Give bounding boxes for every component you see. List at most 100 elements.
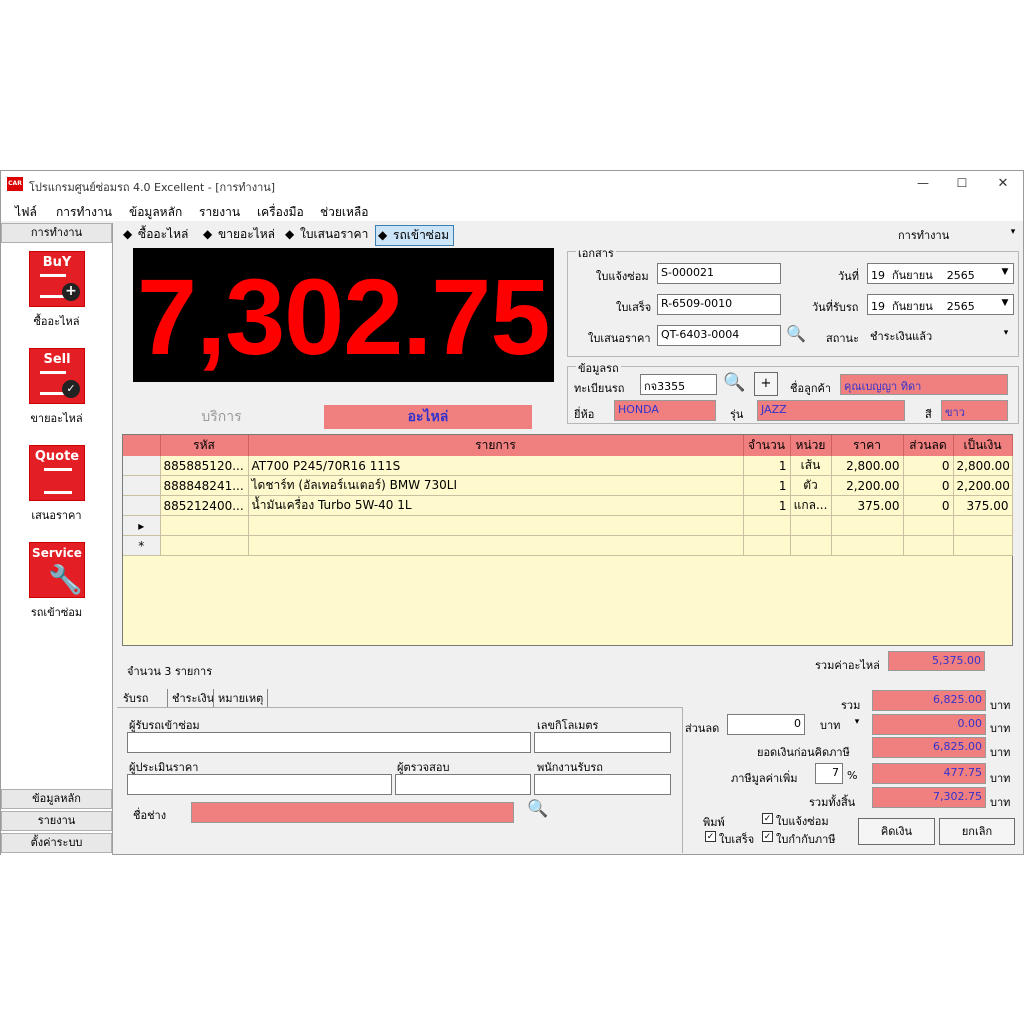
cell-qty[interactable]: 1 <box>743 475 791 496</box>
cell-discount[interactable]: 0 <box>903 456 954 476</box>
tab-quotation[interactable]: ◆ ใบเสนอราคา <box>283 225 372 244</box>
tab-receive-car[interactable]: รับรถ <box>123 689 148 707</box>
calculate-button[interactable]: คิดเงิน <box>858 818 935 845</box>
receipt-field[interactable]: R-6509-0010 <box>657 294 781 315</box>
quote-icon[interactable]: Quote <box>29 445 85 501</box>
discount-unit-select[interactable]: บาท ▾ <box>817 714 865 735</box>
cell-empty[interactable] <box>903 535 954 556</box>
quotation-search-icon[interactable]: 🔍 <box>786 324 806 343</box>
cell-empty[interactable] <box>953 515 1013 536</box>
column-header-price[interactable]: ราคา <box>831 435 904 456</box>
cell-discount[interactable]: 0 <box>903 495 954 516</box>
sidebar-item-buy-label[interactable]: ซื้ออะไหล่ <box>1 312 112 330</box>
column-header-unit[interactable]: หน่วย <box>790 435 832 456</box>
wrench-icon[interactable]: Service 🔧 <box>29 542 85 598</box>
column-header-qty[interactable]: จำนวน <box>743 435 791 456</box>
cell-amount[interactable]: 2,200.00 <box>953 475 1013 496</box>
cell-price[interactable]: 375.00 <box>831 495 904 516</box>
sidebar-item-sell-label[interactable]: ขายอะไหล่ <box>1 409 112 427</box>
cell-empty[interactable] <box>743 515 791 536</box>
column-header-amount[interactable]: เป็นเงิน <box>953 435 1013 456</box>
cell-qty[interactable]: 1 <box>743 456 791 476</box>
print-repair-slip-checkbox[interactable]: ✓ <box>762 813 773 824</box>
cell-amount[interactable]: 2,800.00 <box>953 456 1013 476</box>
tab-parts[interactable]: อะไหล่ <box>324 405 532 429</box>
discount-input[interactable]: 0 <box>727 714 805 735</box>
menu-reports[interactable]: รายงาน <box>199 203 240 222</box>
current-row-marker[interactable]: ▸ <box>123 515 161 536</box>
menu-tools[interactable]: เครื่องมือ <box>257 203 304 222</box>
receiver-field[interactable] <box>127 732 531 753</box>
sidebar-footer-settings[interactable]: ตั้งค่าระบบ <box>1 833 112 853</box>
cell-empty[interactable] <box>743 535 791 556</box>
sell-icon[interactable]: Sell ✓ <box>29 348 85 404</box>
vat-rate-input[interactable]: 7 <box>815 763 843 784</box>
plate-search-icon[interactable]: 🔍 <box>723 372 745 393</box>
customer-field[interactable]: คุณเบญญา ทิดา <box>840 374 1008 395</box>
mechanic-field[interactable] <box>191 802 514 823</box>
row-selector[interactable] <box>123 456 161 476</box>
cell-item[interactable]: น้ำมันเครื่อง Turbo 5W-40 1L <box>248 495 744 516</box>
cell-unit[interactable]: แกล... <box>790 495 832 516</box>
tab-car-service[interactable]: ◆ รถเข้าซ่อม <box>375 225 455 246</box>
cell-empty[interactable] <box>248 515 744 536</box>
cell-empty[interactable] <box>160 535 249 556</box>
sidebar-footer-reports[interactable]: รายงาน <box>1 811 112 831</box>
staff-field[interactable] <box>534 774 671 795</box>
add-customer-button[interactable]: + <box>754 372 778 396</box>
cell-empty[interactable] <box>160 515 249 536</box>
print-tax-invoice-checkbox[interactable]: ✓ <box>762 831 773 842</box>
cell-empty[interactable] <box>248 535 744 556</box>
repair-slip-field[interactable]: S-000021 <box>657 263 781 284</box>
column-header-discount[interactable]: ส่วนลด <box>903 435 954 456</box>
print-receipt-label[interactable]: ใบเสร็จ <box>719 830 754 848</box>
tab-buy-parts[interactable]: ◆ ซื้ออะไหล่ <box>121 225 192 244</box>
tab-notes[interactable]: หมายเหตุ <box>213 689 269 707</box>
new-row-marker[interactable]: * <box>123 535 161 556</box>
print-repair-slip-label[interactable]: ใบแจ้งซ่อม <box>776 812 829 830</box>
cell-price[interactable]: 2,200.00 <box>831 475 904 496</box>
cell-code[interactable]: 885885120... <box>160 456 249 476</box>
tab-sell-parts[interactable]: ◆ ขายอะไหล่ <box>201 225 279 244</box>
estimator-field[interactable] <box>127 774 392 795</box>
cancel-button[interactable]: ยกเลิก <box>939 818 1015 845</box>
cell-code[interactable]: 885212400... <box>160 495 249 516</box>
column-header-code[interactable]: รหัส <box>160 435 249 456</box>
menu-help[interactable]: ช่วยเหลือ <box>320 203 369 222</box>
menu-file[interactable]: ไฟล์ <box>15 203 37 222</box>
table-row[interactable]: 885212400... น้ำมันเครื่อง Turbo 5W-40 1… <box>123 495 1013 516</box>
column-header-item[interactable]: รายการ <box>248 435 744 456</box>
close-button[interactable]: ✕ <box>993 176 1013 191</box>
table-row[interactable]: 888848241... ไดชาร์ท (อัลเทอร์เนเตอร์) B… <box>123 475 1013 496</box>
print-tax-invoice-label[interactable]: ใบกำกับภาษี <box>776 830 836 848</box>
table-row-current[interactable]: ▸ <box>123 515 1013 536</box>
quotation-field[interactable]: QT-6403-0004 <box>657 325 781 346</box>
sidebar-footer-master-data[interactable]: ข้อมูลหลัก <box>1 789 112 809</box>
cell-empty[interactable] <box>790 535 832 556</box>
tab-payment[interactable]: ชำระเงิน <box>167 689 214 707</box>
table-row-new[interactable]: * <box>123 535 1013 556</box>
tab-service[interactable]: บริการ <box>120 405 323 429</box>
cell-unit[interactable]: เส้น <box>790 456 832 476</box>
sidebar-header[interactable]: การทำงาน <box>1 223 112 243</box>
cell-qty[interactable]: 1 <box>743 495 791 516</box>
mechanic-search-icon[interactable]: 🔍 <box>527 799 548 819</box>
cell-item[interactable]: ไดชาร์ท (อัลเทอร์เนเตอร์) BMW 730LI <box>248 475 744 496</box>
cell-amount[interactable]: 375.00 <box>953 495 1013 516</box>
menu-operations[interactable]: การทำงาน <box>56 203 112 222</box>
cell-code[interactable]: 888848241... <box>160 475 249 496</box>
cell-empty[interactable] <box>953 535 1013 556</box>
plate-field[interactable]: กจ3355 <box>640 374 717 395</box>
minimize-button[interactable]: — <box>913 176 933 190</box>
sidebar-item-quote-label[interactable]: เสนอราคา <box>1 506 112 524</box>
cell-empty[interactable] <box>903 515 954 536</box>
inspector-field[interactable] <box>395 774 531 795</box>
cell-item[interactable]: AT700 P245/70R16 111S <box>248 456 744 476</box>
row-selector[interactable] <box>123 495 161 516</box>
mode-select[interactable]: การทำงาน ▾ <box>895 224 1021 243</box>
cell-empty[interactable] <box>831 535 904 556</box>
buy-icon[interactable]: BuY + <box>29 251 85 307</box>
print-receipt-checkbox[interactable]: ✓ <box>705 831 716 842</box>
table-row[interactable]: 885885120... AT700 P245/70R16 111S 1 เส้… <box>123 456 1013 476</box>
cell-empty[interactable] <box>831 515 904 536</box>
